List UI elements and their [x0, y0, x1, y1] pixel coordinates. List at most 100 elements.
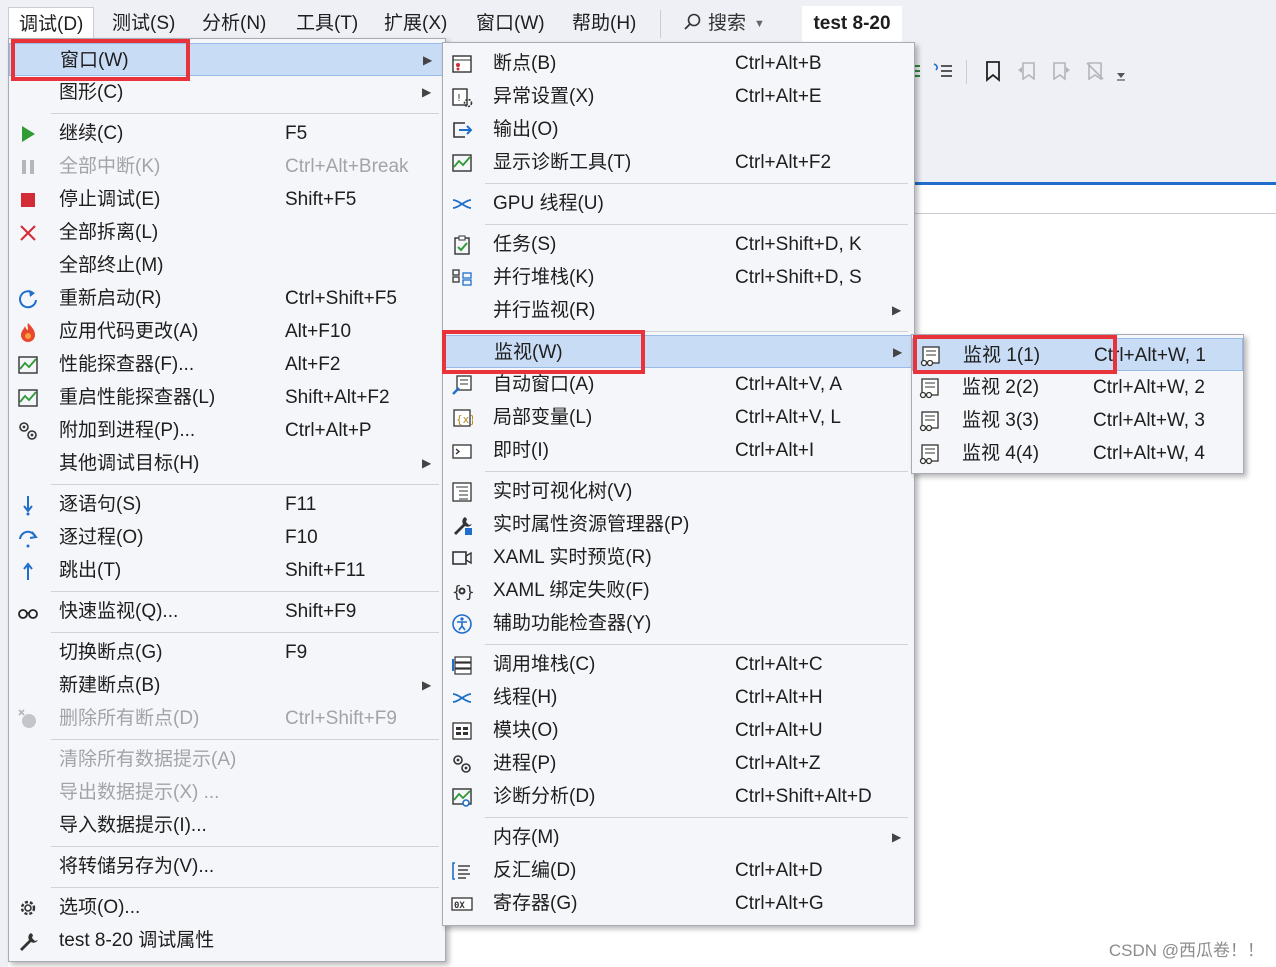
menu-item-label: 切换断点(G): [59, 642, 163, 663]
debug-item-other-targets[interactable]: 其他调试目标(H) ▶: [9, 447, 445, 480]
window-item-xaml-live-preview[interactable]: XAML 实时预览(R): [443, 541, 914, 574]
menu-window[interactable]: 窗口(W): [466, 7, 555, 41]
menu-item-shortcut: Ctrl+Alt+G: [735, 893, 824, 914]
menu-item-label: 调用堆栈(C): [493, 654, 596, 675]
debug-item-toggle-breakpoint[interactable]: 切换断点(G) F9: [9, 636, 445, 669]
debug-item-new-breakpoint[interactable]: 新建断点(B) ▶: [9, 669, 445, 702]
svg-text:0X: 0X: [454, 901, 465, 911]
indent-icon[interactable]: [912, 60, 934, 82]
watch-item-1[interactable]: 监视 1(1) Ctrl+Alt+W, 1: [912, 338, 1243, 371]
menu-item-shortcut: Ctrl+Alt+V, L: [735, 407, 841, 428]
uncomment-icon[interactable]: [932, 60, 954, 82]
menu-item-label: 导出数据提示(X) ...: [59, 782, 220, 803]
watch-item-2[interactable]: 监视 2(2) Ctrl+Alt+W, 2: [912, 371, 1243, 404]
menu-help[interactable]: 帮助(H): [562, 7, 646, 41]
diagnostic-tools-icon: [452, 154, 472, 172]
debug-item-import-datatips[interactable]: 导入数据提示(I)...: [9, 809, 445, 842]
window-item-locals[interactable]: {x} 局部变量(L) Ctrl+Alt+V, L: [443, 401, 914, 434]
debug-item-continue[interactable]: 继续(C) F5: [9, 117, 445, 150]
bookmark-icon[interactable]: [982, 60, 1004, 82]
window-item-tasks[interactable]: 任务(S) Ctrl+Shift+D, K: [443, 228, 914, 261]
debug-item-detach-all[interactable]: 全部拆离(L): [9, 216, 445, 249]
menu-item-shortcut: Ctrl+Alt+W, 4: [1093, 443, 1205, 464]
next-bookmark-icon[interactable]: [1050, 60, 1072, 82]
watch-item-3[interactable]: 监视 3(3) Ctrl+Alt+W, 3: [912, 404, 1243, 437]
debug-item-stop[interactable]: 停止调试(E) Shift+F5: [9, 183, 445, 216]
window-item-registers[interactable]: 0X 寄存器(G) Ctrl+Alt+G: [443, 887, 914, 920]
window-item-parallel-stacks[interactable]: 并行堆栈(K) Ctrl+Shift+D, S: [443, 261, 914, 294]
debug-item-step-into[interactable]: 逐语句(S) F11: [9, 488, 445, 521]
menu-item-shortcut: F11: [285, 494, 317, 515]
debug-item-save-dump[interactable]: 将转储另存为(V)...: [9, 850, 445, 883]
window-item-autos[interactable]: 自动窗口(A) Ctrl+Alt+V, A: [443, 368, 914, 401]
window-item-live-visual-tree[interactable]: 实时可视化树(V): [443, 475, 914, 508]
window-item-watch[interactable]: 监视(W) ▶: [443, 335, 914, 368]
window-item-modules[interactable]: 模块(O) Ctrl+Alt+U: [443, 714, 914, 747]
menu-analyze[interactable]: 分析(N): [192, 7, 276, 41]
toolbar-overflow-icon[interactable]: [1114, 68, 1128, 82]
window-item-parallel-watch[interactable]: 并行监视(R) ▶: [443, 294, 914, 327]
menu-separator: [485, 817, 908, 818]
window-item-processes[interactable]: 进程(P) Ctrl+Alt+Z: [443, 747, 914, 780]
menu-debug[interactable]: 调试(D): [8, 7, 95, 42]
menu-item-shortcut: Ctrl+Alt+Z: [735, 753, 821, 774]
window-item-property-explorer[interactable]: 实时属性资源管理器(P): [443, 508, 914, 541]
menu-tools[interactable]: 工具(T): [286, 7, 368, 41]
debug-item-relaunch-profiler[interactable]: 重启性能探查器(L) Shift+Alt+F2: [9, 381, 445, 414]
menu-item-shortcut: Ctrl+Alt+W, 2: [1093, 377, 1205, 398]
debug-item-options[interactable]: 选项(O)...: [9, 891, 445, 924]
debug-item-profiler[interactable]: 性能探查器(F)... Alt+F2: [9, 348, 445, 381]
debug-item-quick-watch[interactable]: 快速监视(Q)... Shift+F9: [9, 595, 445, 628]
toolbar-separator: [966, 60, 967, 84]
clear-bookmarks-icon[interactable]: [1084, 60, 1106, 82]
menu-item-label: 输出(O): [493, 119, 559, 140]
window-item-gpu-threads[interactable]: GPU 线程(U): [443, 187, 914, 220]
profiler-icon: [18, 356, 38, 374]
search-button[interactable]: 搜索 ▼: [682, 9, 765, 39]
watch-item-4[interactable]: 监视 4(4) Ctrl+Alt+W, 4: [912, 437, 1243, 470]
debug-item-export-datatips[interactable]: 导出数据提示(X) ...: [9, 776, 445, 809]
window-item-accessibility-checker[interactable]: 辅助功能检查器(Y): [443, 607, 914, 640]
window-item-output[interactable]: 输出(O): [443, 113, 914, 146]
menu-item-label: 其他调试目标(H): [59, 453, 200, 474]
menu-item-shortcut: F10: [285, 527, 318, 548]
debug-item-apply-code-changes[interactable]: 应用代码更改(A) Alt+F10: [9, 315, 445, 348]
window-item-threads[interactable]: 线程(H) Ctrl+Alt+H: [443, 681, 914, 714]
menu-item-shortcut: Ctrl+Alt+D: [735, 860, 823, 881]
watch-submenu: 监视 1(1) Ctrl+Alt+W, 1 监视 2(2) Ctrl+Alt+W…: [911, 334, 1244, 474]
menu-item-shortcut: Ctrl+Alt+H: [735, 687, 823, 708]
window-item-diagnostic-analysis[interactable]: 诊断分析(D) Ctrl+Shift+Alt+D: [443, 780, 914, 813]
menu-item-shortcut: Alt+F2: [285, 354, 341, 375]
window-item-breakpoints[interactable]: 断点(B) Ctrl+Alt+B: [443, 47, 914, 80]
window-item-call-stack[interactable]: 调用堆栈(C) Ctrl+Alt+C: [443, 648, 914, 681]
debug-item-windows[interactable]: 窗口(W) ▶: [9, 43, 445, 76]
debug-item-terminate-all[interactable]: 全部终止(M): [9, 249, 445, 282]
debug-item-attach-to-process[interactable]: 附加到进程(P)... Ctrl+Alt+P: [9, 414, 445, 447]
registers-icon: 0X: [451, 897, 473, 911]
debug-item-clear-datatips[interactable]: 清除所有数据提示(A): [9, 743, 445, 776]
window-item-diagnostic-tools[interactable]: 显示诊断工具(T) Ctrl+Alt+F2: [443, 146, 914, 179]
debug-item-restart[interactable]: 重新启动(R) Ctrl+Shift+F5: [9, 282, 445, 315]
menu-item-label: 性能探查器(F)...: [59, 354, 195, 375]
menu-item-shortcut: Shift+F9: [285, 601, 357, 622]
menu-extensions[interactable]: 扩展(X): [374, 7, 457, 41]
window-item-xaml-binding-failures[interactable]: {} XAML 绑定失败(F): [443, 574, 914, 607]
menu-separator: [485, 331, 908, 332]
debug-item-delete-all-breakpoints[interactable]: 删除所有断点(D) Ctrl+Shift+F9: [9, 702, 445, 735]
window-item-immediate[interactable]: 即时(I) Ctrl+Alt+I: [443, 434, 914, 467]
menu-item-shortcut: Ctrl+Alt+P: [285, 420, 372, 441]
debug-item-project-properties[interactable]: test 8-20 调试属性: [9, 924, 445, 957]
debug-item-step-over[interactable]: 逐过程(O) F10: [9, 521, 445, 554]
xaml-preview-icon: [452, 551, 472, 565]
window-item-memory[interactable]: 内存(M) ▶: [443, 821, 914, 854]
window-item-disassembly[interactable]: 反汇编(D) Ctrl+Alt+D: [443, 854, 914, 887]
menu-item-label: 寄存器(G): [493, 893, 578, 914]
menu-item-label: 线程(H): [493, 687, 558, 708]
debug-item-step-out[interactable]: 跳出(T) Shift+F11: [9, 554, 445, 587]
menu-test[interactable]: 测试(S): [102, 7, 185, 41]
debug-item-break-all[interactable]: 全部中断(K) Ctrl+Alt+Break: [9, 150, 445, 183]
prev-bookmark-icon[interactable]: [1016, 60, 1038, 82]
window-item-exception-settings[interactable]: ! 异常设置(X) Ctrl+Alt+E: [443, 80, 914, 113]
menu-item-label: 重启性能探查器(L): [59, 387, 216, 408]
debug-item-graphics[interactable]: 图形(C) ▶: [9, 76, 445, 109]
